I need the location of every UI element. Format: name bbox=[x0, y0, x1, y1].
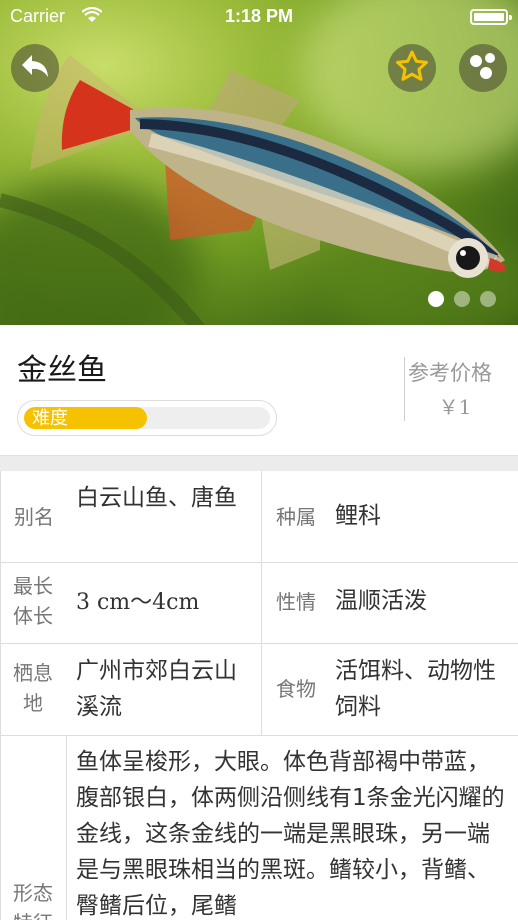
difficulty-label: 难度 bbox=[32, 408, 68, 429]
alias-label: 别名 bbox=[14, 505, 54, 529]
favorite-button[interactable] bbox=[388, 44, 436, 92]
table-row: 栖息地 广州市郊白云山溪流 食物 活饵料、动物性饲料 bbox=[0, 644, 518, 736]
section-separator bbox=[0, 455, 518, 471]
clock: 1:18 PM bbox=[224, 6, 294, 26]
max-length-label: 最长体长 bbox=[13, 574, 53, 628]
price-value: ￥1 bbox=[438, 395, 472, 419]
carousel-dot[interactable] bbox=[454, 291, 470, 307]
fish-photo bbox=[0, 55, 506, 325]
genus-value: 鲤科 bbox=[335, 503, 381, 529]
carousel-dot[interactable] bbox=[428, 291, 444, 307]
difficulty-fill: 难度 bbox=[24, 407, 147, 429]
table-row: 别名 白云山鱼、唐鱼 种属 鲤科 bbox=[0, 471, 518, 563]
divider bbox=[404, 357, 405, 421]
max-length-value: 3 cm～4cm bbox=[76, 590, 200, 615]
price-label: 参考价格 bbox=[408, 361, 492, 385]
share-button[interactable] bbox=[459, 44, 507, 92]
carousel-page-indicator[interactable] bbox=[428, 291, 496, 307]
battery-icon bbox=[470, 9, 512, 25]
difficulty-bar: 难度 bbox=[17, 400, 277, 436]
carousel-dot[interactable] bbox=[480, 291, 496, 307]
alias-value: 白云山鱼、唐鱼 bbox=[76, 485, 237, 511]
habitat-label: 栖息地 bbox=[13, 661, 53, 715]
habitat-value: 广州市郊白云山溪流 bbox=[76, 658, 237, 720]
morphology-label: 形态特征 bbox=[13, 881, 53, 920]
food-value: 活饵料、动物性饲料 bbox=[335, 658, 496, 720]
temperament-value: 温顺活泼 bbox=[335, 588, 427, 614]
status-bar: Carrier 1:18 PM bbox=[0, 0, 518, 34]
back-button[interactable] bbox=[11, 44, 59, 92]
share-icon bbox=[468, 52, 498, 84]
fish-photo-carousel[interactable]: Carrier 1:18 PM bbox=[0, 0, 518, 325]
fish-name: 金丝鱼 bbox=[17, 353, 107, 388]
back-arrow-icon bbox=[20, 53, 50, 83]
temperament-label: 性情 bbox=[276, 590, 316, 614]
table-row: 最长体长 3 cm～4cm 性情 温顺活泼 bbox=[0, 563, 518, 644]
food-label: 食物 bbox=[276, 677, 316, 701]
fish-summary: 金丝鱼 难度 参考价格 ￥1 bbox=[0, 325, 518, 455]
morphology-value: 鱼体呈梭形，大眼。体色背部褐中带蓝，腹部银白，体两侧沿侧线有1条金光闪耀的金线，… bbox=[76, 749, 505, 919]
table-row: 形态特征 鱼体呈梭形，大眼。体色背部褐中带蓝，腹部银白，体两侧沿侧线有1条金光闪… bbox=[0, 736, 518, 920]
genus-label: 种属 bbox=[276, 505, 316, 529]
star-icon bbox=[395, 50, 429, 86]
